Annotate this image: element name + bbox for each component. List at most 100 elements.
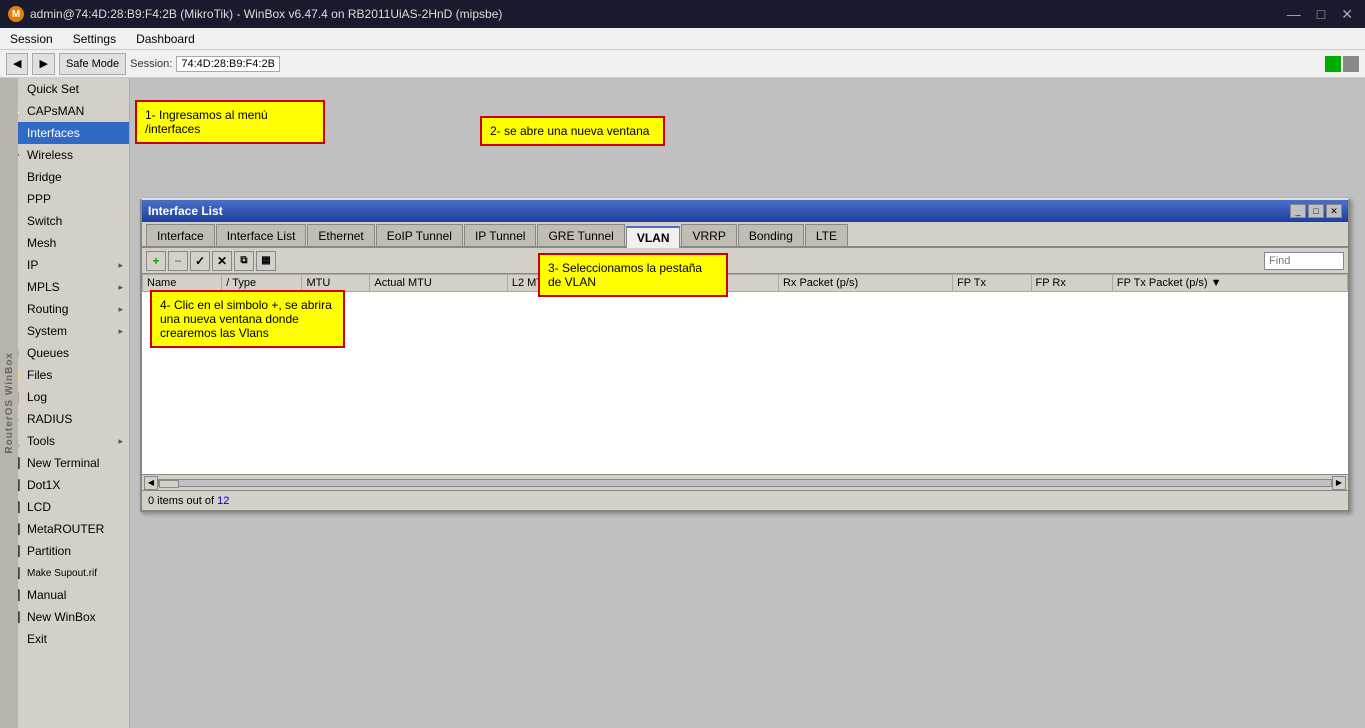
tools-arrow: ▸ [118, 436, 123, 447]
safe-mode-button[interactable]: Safe Mode [59, 53, 126, 75]
sidebar-item-manual[interactable]: ⬛ Manual [0, 584, 129, 606]
sidebar-label-quick-set: Quick Set [27, 82, 79, 96]
forward-button[interactable]: ▶ [32, 53, 54, 75]
add-button[interactable]: + [146, 251, 166, 271]
sidebar-label-capsman: CAPsMAN [27, 104, 84, 118]
menu-session[interactable]: Session [6, 31, 57, 47]
col-rx-packet: Rx Packet (p/s) [778, 275, 952, 292]
tab-ip-tunnel[interactable]: IP Tunnel [464, 224, 536, 246]
sidebar-item-log[interactable]: 📋 Log [0, 386, 129, 408]
tab-ethernet[interactable]: Ethernet [307, 224, 374, 246]
back-button[interactable]: ◀ [6, 53, 28, 75]
col-mtu: MTU [302, 275, 370, 292]
scroll-left-arrow[interactable]: ◀ [144, 476, 158, 490]
remove-button[interactable]: − [168, 251, 188, 271]
tab-vrrp[interactable]: VRRP [681, 224, 736, 246]
tab-interface-list[interactable]: Interface List [216, 224, 307, 246]
sidebar-item-new-terminal[interactable]: ⬛ New Terminal [0, 452, 129, 474]
sidebar-item-capsman[interactable]: 📡 CAPsMAN [0, 100, 129, 122]
sidebar-item-metarouter[interactable]: ⬛ MetaROUTER [0, 518, 129, 540]
sidebar-item-exit[interactable]: ✕ Exit [0, 628, 129, 650]
routeros-sidebar-brand: RouterOS WinBox [0, 78, 18, 728]
menu-settings[interactable]: Settings [69, 31, 120, 47]
sidebar-label-new-winbox: New WinBox [27, 610, 96, 624]
sidebar-item-ip[interactable]: ▸ IP ▸ [0, 254, 129, 276]
sidebar-item-quick-set[interactable]: ⚡ Quick Set [0, 78, 129, 100]
tab-interface[interactable]: Interface [146, 224, 215, 246]
sidebar-item-make-supout[interactable]: ⬛ Make Supout.rif [0, 562, 129, 584]
sidebar-label-files: Files [27, 368, 52, 382]
close-button[interactable]: ✕ [1337, 6, 1357, 23]
sidebar-label-lcd: LCD [27, 500, 51, 514]
tab-lte[interactable]: LTE [805, 224, 848, 246]
sidebar-item-system[interactable]: ▸ System ▸ [0, 320, 129, 342]
maximize-button[interactable]: □ [1313, 6, 1329, 23]
enable-button[interactable]: ✓ [190, 251, 210, 271]
tab-eoip-tunnel[interactable]: EoIP Tunnel [376, 224, 463, 246]
filter-button[interactable]: ▦ [256, 251, 276, 271]
sidebar-label-exit: Exit [27, 632, 47, 646]
tab-gre-tunnel[interactable]: GRE Tunnel [537, 224, 624, 246]
menu-bar: Session Settings Dashboard [0, 28, 1365, 50]
sidebar-item-switch[interactable]: ⊟ Switch [0, 210, 129, 232]
sidebar-label-dot1x: Dot1X [27, 478, 60, 492]
tab-bonding[interactable]: Bonding [738, 224, 804, 246]
sidebar-label-ip: IP [27, 258, 38, 272]
sidebar-item-ppp[interactable]: ◈ PPP [0, 188, 129, 210]
sidebar-item-routing[interactable]: ▸ Routing ▸ [0, 298, 129, 320]
sidebar-item-files[interactable]: 📁 Files [0, 364, 129, 386]
sidebar-item-partition[interactable]: ⬛ Partition [0, 540, 129, 562]
copy-button[interactable]: ⧉ [234, 251, 254, 271]
window-toolbar: + − ✓ ✕ ⧉ ▦ [142, 248, 1348, 274]
sidebar-label-bridge: Bridge [27, 170, 62, 184]
sidebar-item-mpls[interactable]: ▸ MPLS ▸ [0, 276, 129, 298]
sidebar-label-switch: Switch [27, 214, 62, 228]
sidebar-item-wireless[interactable]: 〜 Wireless [0, 144, 129, 166]
sidebar-item-interfaces[interactable]: ━ Interfaces [0, 122, 129, 144]
status-text: 0 items out of 12 [148, 495, 229, 507]
disable-button[interactable]: ✕ [212, 251, 232, 271]
mpls-arrow: ▸ [118, 282, 123, 293]
sidebar-item-mesh[interactable]: ⊕ Mesh [0, 232, 129, 254]
sidebar-label-manual: Manual [27, 588, 66, 602]
window-minimize-btn[interactable]: _ [1290, 204, 1306, 218]
window-maximize-btn[interactable]: □ [1308, 204, 1324, 218]
find-input[interactable] [1264, 252, 1344, 270]
main-toolbar: ◀ ▶ Safe Mode Session: 74:4D:28:B9:F4:2B [0, 50, 1365, 78]
window-titlebar: Interface List _ □ ✕ [142, 200, 1348, 222]
scrollbar-track[interactable] [158, 479, 1332, 487]
col-fp-tx-packet: FP Tx Packet (p/s) ▼ [1112, 275, 1347, 292]
sidebar-item-new-winbox[interactable]: ⬛ New WinBox [0, 606, 129, 628]
sidebar-label-partition: Partition [27, 544, 71, 558]
tab-vlan[interactable]: VLAN [626, 226, 681, 248]
col-name: Name [143, 275, 222, 292]
sidebar-label-routing: Routing [27, 302, 68, 316]
status-indicators [1325, 56, 1359, 72]
sidebar-label-log: Log [27, 390, 47, 404]
sidebar-item-queues[interactable]: ▤ Queues [0, 342, 129, 364]
window-controls: — □ ✕ [1283, 6, 1357, 23]
sidebar-item-lcd[interactable]: ⬛ LCD [0, 496, 129, 518]
window-close-btn[interactable]: ✕ [1326, 204, 1342, 218]
menu-dashboard[interactable]: Dashboard [132, 31, 199, 47]
window-statusbar: 0 items out of 12 [142, 490, 1348, 510]
annotation-box-3: 3- Seleccionamos la pestaña de VLAN [538, 253, 728, 297]
sidebar-item-tools[interactable]: 🔧 Tools ▸ [0, 430, 129, 452]
sidebar-item-radius[interactable]: ◎ RADIUS [0, 408, 129, 430]
annotation-box-1: 1- Ingresamos al menú /interfaces [135, 100, 325, 144]
col-actual-mtu: Actual MTU [370, 275, 507, 292]
sidebar-item-bridge[interactable]: ⊞ Bridge [0, 166, 129, 188]
sidebar-label-tools: Tools [27, 434, 55, 448]
horizontal-scrollbar[interactable]: ◀ ▶ [142, 474, 1348, 490]
minimize-button[interactable]: — [1283, 6, 1305, 23]
scroll-right-arrow[interactable]: ▶ [1332, 476, 1346, 490]
title-bar: M admin@74:4D:28:B9:F4:2B (MikroTik) - W… [0, 0, 1365, 28]
sidebar-label-mpls: MPLS [27, 280, 60, 294]
session-label: Session: [130, 58, 172, 70]
sidebar-label-new-terminal: New Terminal [27, 456, 99, 470]
scrollbar-thumb[interactable] [159, 480, 179, 488]
col-fp-rx: FP Rx [1031, 275, 1112, 292]
sidebar-label-ppp: PPP [27, 192, 51, 206]
sidebar-item-dot1x[interactable]: ⬛ Dot1X [0, 474, 129, 496]
interface-list-window: Interface List _ □ ✕ Interface Interface… [140, 198, 1350, 512]
